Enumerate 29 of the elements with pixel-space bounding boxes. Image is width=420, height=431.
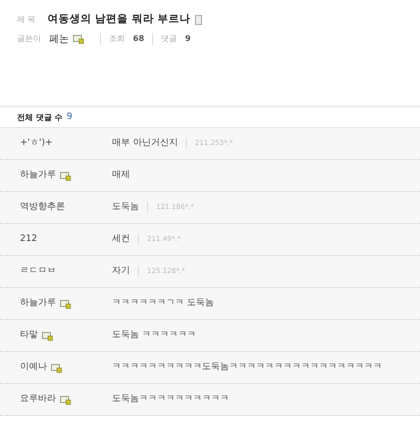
comment-text: ㅋㅋㅋㅋㅋㅋㄱㅋ 도둑놈 [112, 296, 214, 310]
comment-text: 도둑놈 [112, 200, 139, 214]
comment-author[interactable]: 하늘가루 [20, 296, 56, 310]
views-label: 조회 [100, 33, 125, 46]
comment-author[interactable]: ㄹㄷㅁㅂ [20, 264, 56, 278]
comment-count-label: 전체 댓글 수 [17, 112, 63, 124]
views-count: 68 [133, 33, 144, 46]
comment-author[interactable]: 212 [20, 232, 38, 246]
comment-text: 자기 [112, 264, 130, 278]
author-label: 글쓴이 [17, 33, 41, 46]
comment-author[interactable]: 하늘가루 [20, 168, 56, 182]
comment-text: 매제 [112, 168, 130, 182]
comment-author[interactable]: 타맣 [20, 328, 38, 342]
comment-author[interactable]: 이예나 [20, 360, 47, 374]
document-icon [194, 14, 202, 25]
comment-text: 매부 아닌거신지 [112, 136, 178, 150]
comment-count: 9 [66, 110, 72, 124]
comment-text: 도둑놈ㅋㅋㅋㅋㅋㅋㅋㅋㅋㅋ [112, 392, 229, 406]
author-name[interactable]: 페논 [49, 32, 69, 47]
title-label: 제 목 [17, 14, 36, 26]
replies-count: 9 [185, 33, 191, 46]
comment-author[interactable]: +'ㅎ')+ [20, 136, 53, 150]
comment-text: ㅋㅋㅋㅋㅋㅋㅋㅋㅋㅋ도둑놈ㅋㅋㅋㅋㅋㅋㅋㅋㅋㅋㅋㅋㅋㅋㅋㅋㅋ [112, 360, 382, 374]
post-title: 여동생의 남편을 뭐라 부르나 [48, 12, 191, 27]
replies-label: 댓글 [152, 33, 178, 46]
comment-author[interactable]: 요루바라 [20, 392, 56, 406]
comment-author[interactable]: 역방향추론 [20, 200, 65, 214]
comment-text: 세컨 [112, 232, 130, 246]
comment-text: 도둑놈 ㅋㅋㅋㅋㅋㅋ [112, 328, 196, 342]
